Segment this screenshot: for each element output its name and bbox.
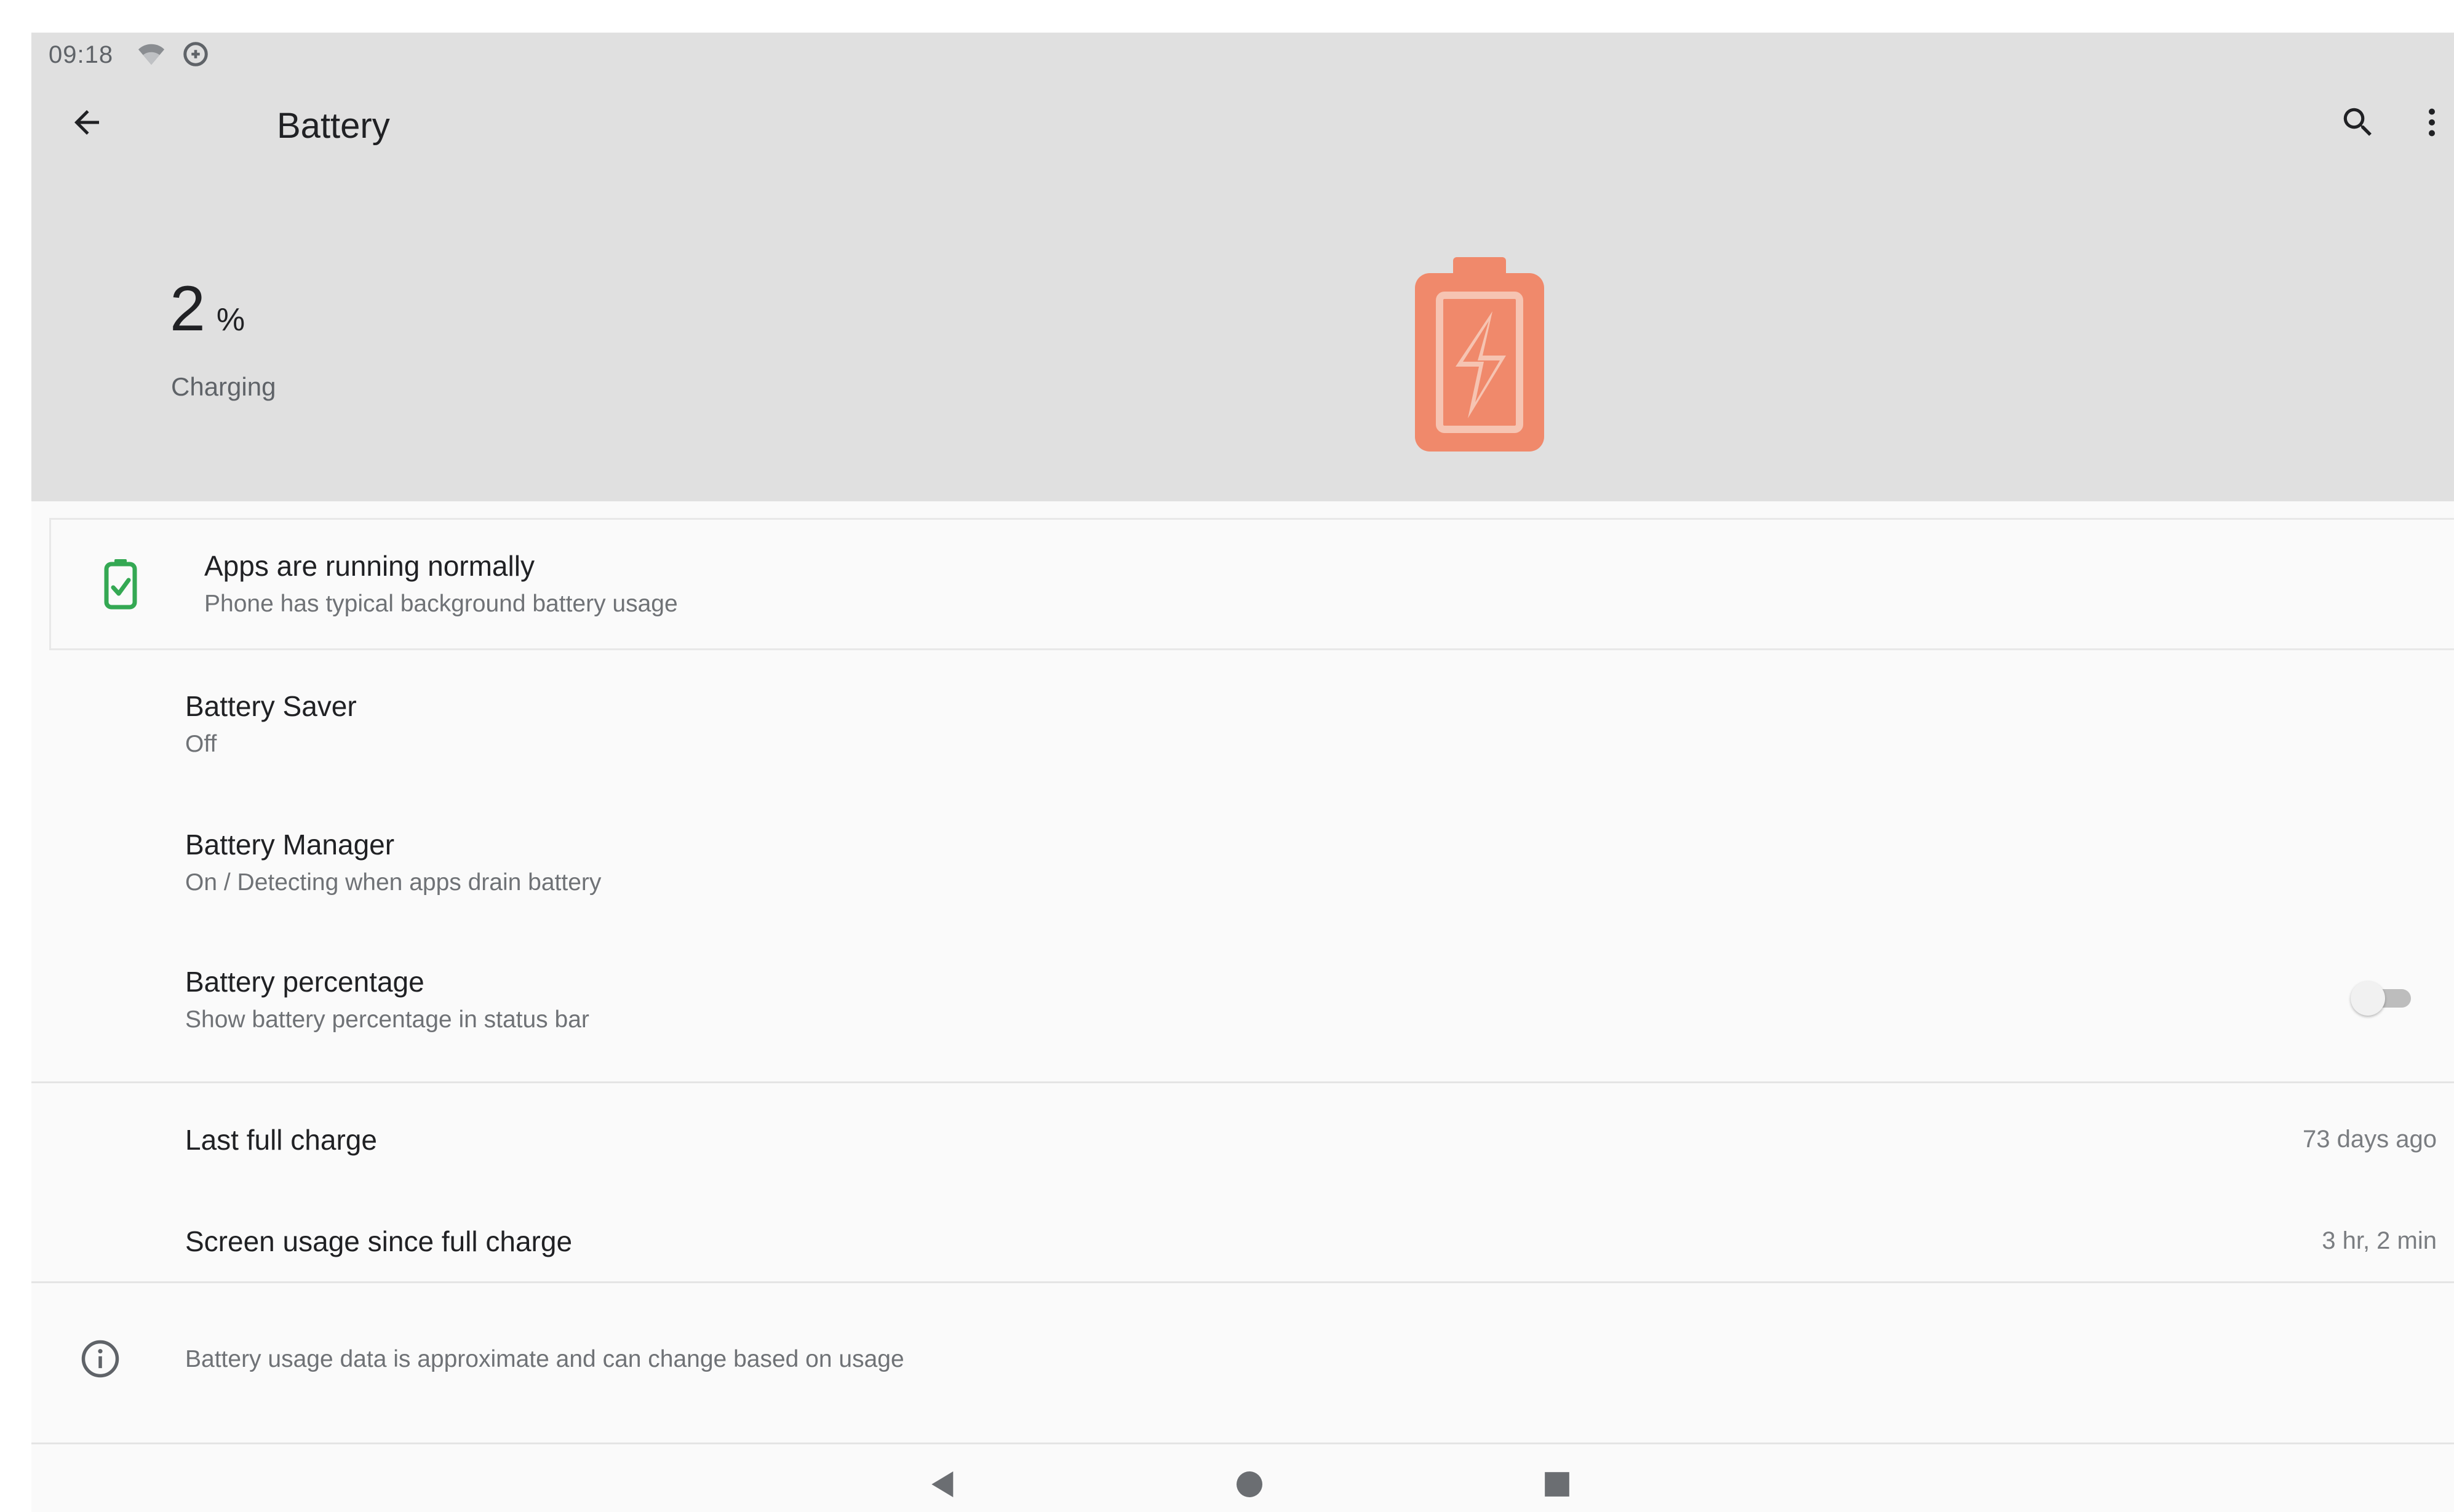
nav-recents-button[interactable] [1532,1460,1582,1509]
more-options-button[interactable] [2413,98,2450,147]
battery-percentage-title: Battery percentage [185,966,424,998]
screen-usage-title: Screen usage since full charge [185,1225,573,1257]
battery-settings-screen: 09:18 Battery 2 % Charging Apps are runn… [31,33,2454,1512]
more-vert-icon [2429,108,2435,137]
nav-home-button[interactable] [1225,1460,1274,1509]
battery-saver-title: Battery Saver [185,690,357,722]
battery-level-value: 2 [170,273,205,344]
data-saver-icon [181,40,210,68]
battery-saver-row[interactable]: Battery Saver Off [31,672,2454,802]
last-full-charge-row: Last full charge 73 days ago [31,1094,2454,1186]
tip-title: Apps are running normally [204,550,535,582]
last-full-charge-value: 73 days ago [2303,1126,2437,1153]
battery-manager-title: Battery Manager [185,829,395,861]
section-divider [31,1081,2454,1083]
status-time: 09:18 [49,41,114,68]
battery-level: 2 % [170,273,245,346]
tip-summary: Phone has typical background battery usa… [204,591,678,617]
page-title: Battery [277,106,390,146]
battery-percentage-summary: Show battery percentage in status bar [185,1006,589,1033]
info-icon [80,1339,121,1379]
nav-recents-icon [1545,1472,1569,1497]
back-button[interactable] [62,98,111,147]
battery-level-unit: % [216,302,245,338]
battery-charging-graphic [1415,257,1544,452]
nav-back-button[interactable] [918,1460,968,1509]
search-icon [2343,108,2372,136]
header-block: 09:18 Battery 2 % Charging [31,33,2454,501]
wifi-icon [137,40,165,68]
battery-manager-row[interactable]: Battery Manager On / Detecting when apps… [31,811,2454,940]
battery-saver-summary: Off [185,731,217,757]
section-divider [31,1281,2454,1283]
footer-info: Battery usage data is approximate and ca… [31,1287,2454,1447]
nav-home-icon [1237,1471,1262,1497]
nav-divider [31,1442,2454,1444]
toggle-thumb [2351,981,2385,1016]
arrow-back-icon [74,110,99,135]
footer-text: Battery usage data is approximate and ca… [185,1346,904,1372]
battery-percentage-toggle[interactable] [2351,979,2412,1016]
search-button[interactable] [2333,98,2383,147]
battery-manager-summary: On / Detecting when apps drain battery [185,869,602,896]
battery-percentage-row[interactable]: Battery percentage Show battery percenta… [31,948,2454,1077]
app-bar: Battery [31,76,2454,168]
screen-usage-value: 3 hr, 2 min [2322,1227,2437,1254]
last-full-charge-title: Last full charge [185,1124,377,1156]
status-bar: 09:18 [31,33,2454,76]
battery-status: Charging [171,372,276,401]
navigation-bar [31,1446,2454,1512]
battery-tip-card[interactable]: Apps are running normally Phone has typi… [49,518,2454,650]
screen-usage-row: Screen usage since full charge 3 hr, 2 m… [31,1195,2454,1287]
nav-back-icon [931,1471,954,1497]
battery-ok-icon [103,558,138,610]
